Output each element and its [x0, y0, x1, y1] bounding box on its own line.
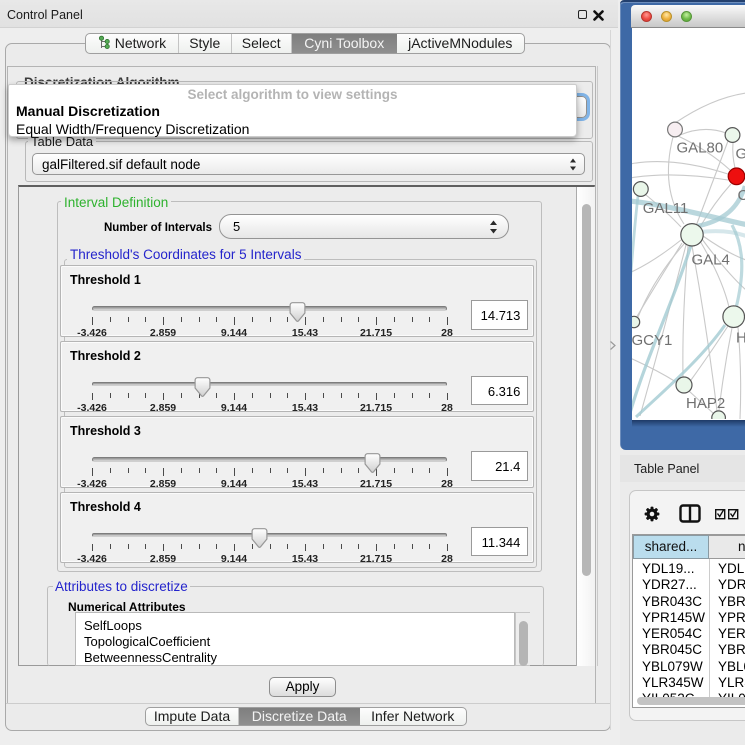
svg-text:GAL80: GAL80: [677, 140, 724, 157]
svg-text:GAL11: GAL11: [643, 200, 689, 217]
svg-text:GAL4: GAL4: [692, 252, 730, 269]
svg-text:GA: GA: [736, 146, 745, 163]
svg-text:C: C: [738, 187, 745, 204]
svg-text:HAP2: HAP2: [686, 395, 725, 412]
svg-text:GCY1: GCY1: [632, 332, 672, 349]
svg-text:H: H: [736, 330, 745, 347]
